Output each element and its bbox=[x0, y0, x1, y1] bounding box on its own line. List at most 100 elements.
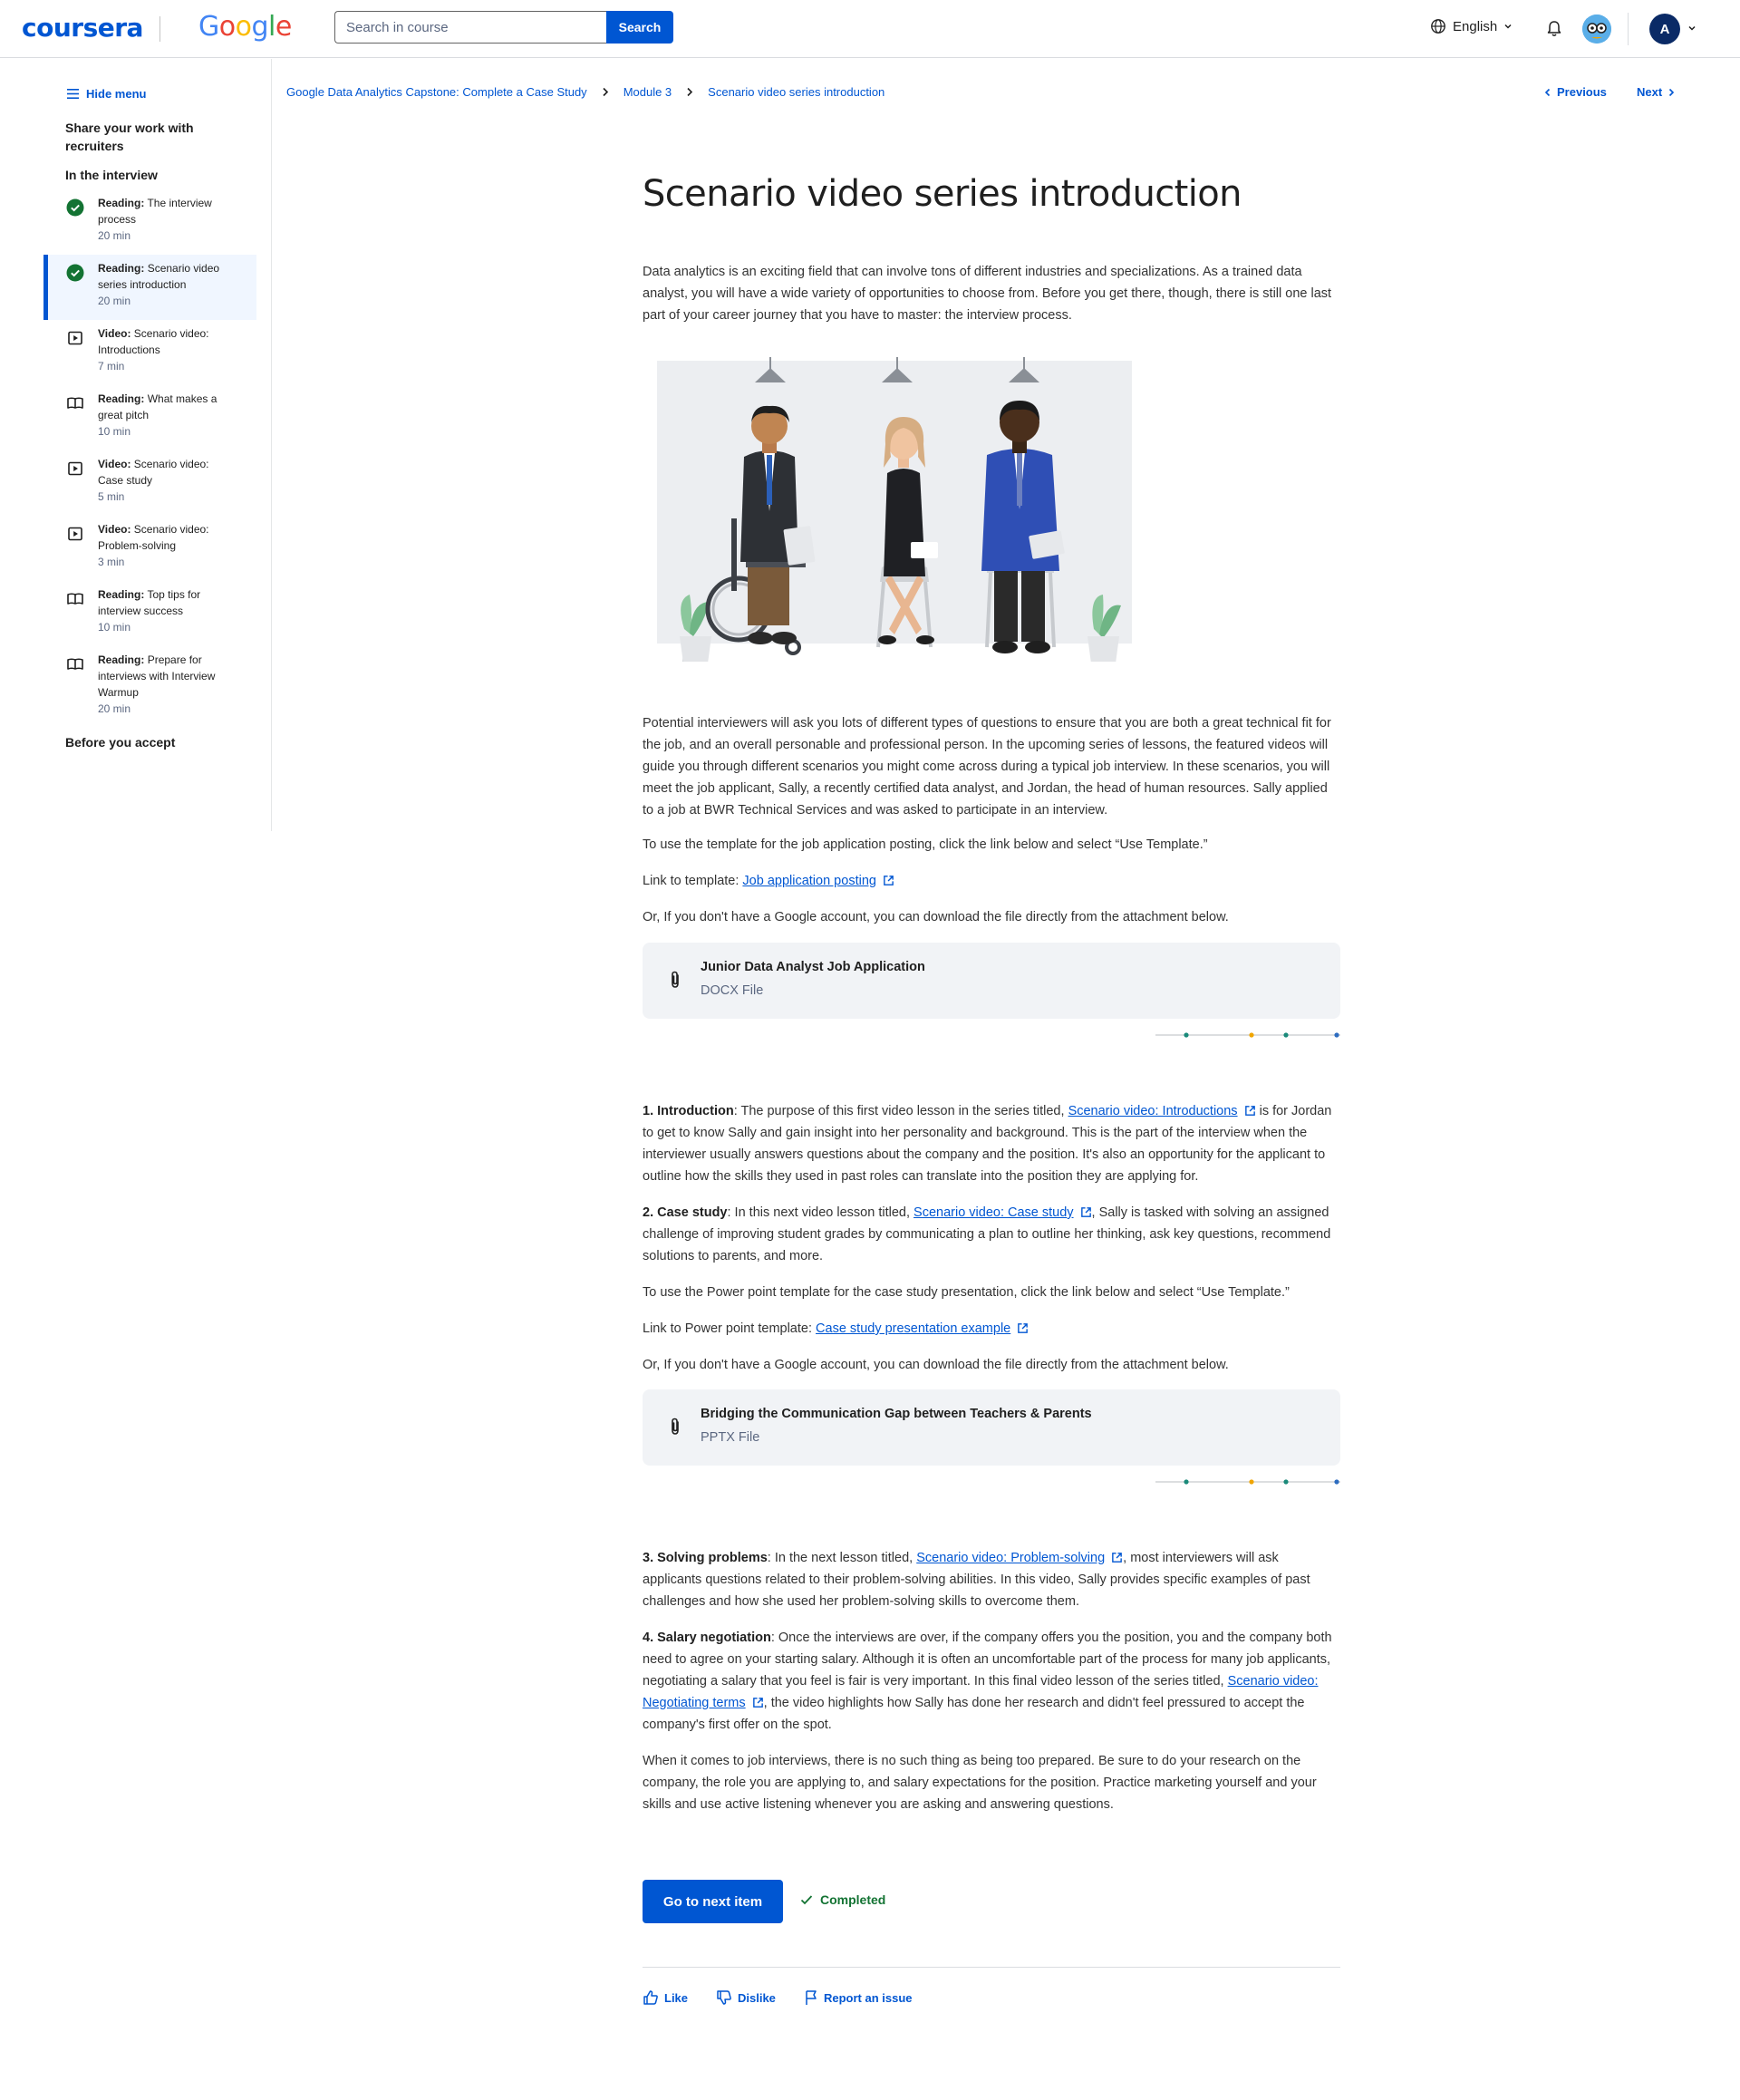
no-account-paragraph-2: Or, If you don't have a Google account, … bbox=[643, 1358, 1229, 1372]
section-solving-problems: 3. Solving problems: In the next lesson … bbox=[643, 1547, 1340, 1612]
hide-menu-button[interactable]: Hide menu bbox=[67, 87, 146, 101]
sidebar-item-text: Video: Scenario video: Case study 5 min bbox=[98, 458, 209, 503]
language-label: English bbox=[1453, 18, 1498, 34]
search-input[interactable] bbox=[334, 11, 606, 44]
paperclip-icon bbox=[672, 971, 679, 988]
template-link-label: Link to template: bbox=[643, 874, 743, 888]
sidebar-item-the-interview-process[interactable]: Reading: The interview process 20 min bbox=[44, 189, 256, 255]
play-video-icon bbox=[68, 331, 82, 345]
sidebar-item-text: Video: Scenario video: Introductions 7 mi… bbox=[98, 327, 209, 373]
no-account-paragraph: Or, If you don't have a Google account, … bbox=[643, 910, 1229, 924]
external-link-icon[interactable] bbox=[752, 1697, 764, 1708]
sidebar-item-text: Reading: Prepare for interviews with Int… bbox=[98, 653, 216, 715]
language-selector[interactable]: English bbox=[1430, 18, 1513, 34]
section-label: 4. Salary negotiation bbox=[643, 1631, 771, 1645]
thumbs-down-icon bbox=[717, 1990, 731, 2005]
sidebar-section-in-the-interview[interactable]: In the interview bbox=[65, 166, 158, 184]
external-link-icon[interactable] bbox=[883, 875, 894, 886]
attachment-bridging-communication-gap[interactable]: Bridging the Communication Gap between T… bbox=[643, 1389, 1340, 1466]
external-link-icon[interactable] bbox=[1244, 1105, 1256, 1117]
ppt-template-instructions: To use the Power point template for the … bbox=[643, 1285, 1290, 1300]
section-label: 1. Introduction bbox=[643, 1104, 734, 1118]
previous-button[interactable]: Previous bbox=[1544, 85, 1607, 99]
hamburger-menu-icon bbox=[67, 89, 79, 99]
ppt-template-link-line: Link to Power point template: Case study… bbox=[643, 1318, 1340, 1340]
checkmark-icon bbox=[800, 1895, 813, 1905]
sidebar-section-before-you-accept[interactable]: Before you accept bbox=[65, 733, 175, 751]
interviewers-paragraph: Potential interviewers will ask you lots… bbox=[643, 716, 1331, 818]
book-reading-icon bbox=[67, 397, 83, 409]
attachment-job-application[interactable]: Junior Data Analyst Job Application DOCX… bbox=[643, 943, 1340, 1019]
course-sidebar: Hide menu Share your work with recruiter… bbox=[0, 59, 272, 831]
sidebar-item-scenario-video-case-study[interactable]: Video: Scenario video: Case study 5 min bbox=[44, 450, 256, 516]
case-study-presentation-example-link[interactable]: Case study presentation example bbox=[816, 1321, 1010, 1336]
completed-label: Completed bbox=[820, 1892, 886, 1907]
interview-waiting-room-illustration bbox=[657, 357, 1132, 663]
external-link-icon[interactable] bbox=[1017, 1322, 1029, 1334]
external-link-icon[interactable] bbox=[1080, 1206, 1092, 1218]
section-introduction: 1. Introduction: The purpose of this fir… bbox=[643, 1100, 1340, 1187]
section-label: 2. Case study bbox=[643, 1205, 728, 1220]
sidebar-item-text: Reading: The interview process 20 min bbox=[98, 197, 212, 242]
scenario-video-introductions-link[interactable]: Scenario video: Introductions bbox=[1068, 1104, 1238, 1118]
ppt-link-label: Link to Power point template: bbox=[643, 1321, 817, 1336]
chevron-right-icon bbox=[602, 87, 609, 97]
sidebar-item-text: Reading: What makes a great pitch 10 min bbox=[98, 392, 218, 438]
breadcrumb-current-page[interactable]: Scenario video series introduction bbox=[708, 85, 884, 99]
sidebar-item-top-tips-for-interview-success[interactable]: Reading: Top tips for interview success 1… bbox=[44, 581, 256, 646]
chevron-down-icon[interactable] bbox=[1687, 24, 1696, 33]
breadcrumb-module[interactable]: Module 3 bbox=[624, 85, 672, 99]
previous-label: Previous bbox=[1557, 85, 1607, 99]
breadcrumb: Google Data Analytics Capstone: Complete… bbox=[286, 85, 884, 99]
scenario-video-case-study-link[interactable]: Scenario video: Case study bbox=[914, 1205, 1074, 1220]
coursera-logo[interactable]: coursera bbox=[22, 13, 143, 43]
sidebar-section-share-work[interactable]: Share your work with recruiters bbox=[65, 119, 246, 155]
section-case-study: 2. Case study: In this next video lesson… bbox=[643, 1202, 1340, 1267]
external-link-icon[interactable] bbox=[1111, 1552, 1123, 1563]
completed-status: Completed bbox=[800, 1892, 885, 1907]
sidebar-item-scenario-video-series-introduction[interactable]: Reading: Scenario video series introduct… bbox=[44, 255, 256, 320]
completed-check-icon bbox=[66, 198, 84, 217]
flag-icon bbox=[806, 1990, 817, 2005]
sidebar-item-what-makes-a-great-pitch[interactable]: Reading: What makes a great pitch 10 min bbox=[44, 385, 256, 450]
like-button[interactable]: Like bbox=[643, 1989, 688, 2006]
play-video-icon bbox=[68, 461, 82, 476]
section-salary-negotiation: 4. Salary negotiation: Once the intervie… bbox=[643, 1627, 1340, 1736]
completed-check-icon bbox=[66, 264, 84, 282]
dislike-label: Dislike bbox=[738, 1990, 776, 2005]
next-button[interactable]: Next bbox=[1637, 85, 1675, 99]
intro-paragraph: Data analytics is an exciting field that… bbox=[643, 265, 1332, 323]
scenario-video-problem-solving-link[interactable]: Scenario video: Problem-solving bbox=[916, 1551, 1105, 1565]
attachment-name: Junior Data Analyst Job Application bbox=[701, 960, 925, 974]
job-application-posting-link[interactable]: Job application posting bbox=[742, 874, 876, 888]
sidebar-item-scenario-video-problem-solving[interactable]: Video: Scenario video: Problem-solving 3 … bbox=[44, 516, 256, 581]
sidebar-item-text: Reading: Top tips for interview success 1… bbox=[98, 588, 201, 634]
coach-avatar-icon[interactable] bbox=[1582, 15, 1611, 44]
book-reading-icon bbox=[67, 658, 83, 670]
section-text: : In the next lesson titled, bbox=[767, 1551, 917, 1565]
sidebar-item-text: Video: Scenario video: Problem-solving 3 … bbox=[98, 523, 209, 568]
report-issue-button[interactable]: Report an issue bbox=[804, 1989, 913, 2006]
page-title: Scenario video series introduction bbox=[643, 173, 1242, 215]
notifications-button[interactable] bbox=[1544, 18, 1564, 40]
sidebar-item-scenario-video-introductions[interactable]: Video: Scenario video: Introductions 7 mi… bbox=[44, 320, 256, 385]
template-instructions: To use the template for the job applicat… bbox=[643, 837, 1208, 852]
search-button[interactable]: Search bbox=[606, 11, 673, 44]
user-avatar[interactable]: A bbox=[1649, 14, 1680, 44]
bell-icon bbox=[1547, 21, 1561, 36]
report-issue-label: Report an issue bbox=[824, 1990, 913, 2005]
globe-icon bbox=[1431, 19, 1445, 34]
chevron-down-icon bbox=[1504, 24, 1512, 29]
like-label: Like bbox=[664, 1990, 689, 2005]
go-to-next-item-button[interactable]: Go to next item bbox=[643, 1880, 783, 1923]
chevron-right-icon bbox=[686, 87, 693, 97]
closing-paragraph: When it comes to job interviews, there i… bbox=[643, 1754, 1317, 1812]
paperclip-icon bbox=[672, 1418, 679, 1435]
sidebar-item-prepare-for-interviews[interactable]: Reading: Prepare for interviews with Int… bbox=[44, 646, 256, 728]
section-text: : In this next video lesson titled, bbox=[727, 1205, 914, 1220]
hide-menu-label: Hide menu bbox=[86, 87, 147, 101]
chevron-right-icon bbox=[1669, 88, 1675, 96]
dislike-button[interactable]: Dislike bbox=[716, 1989, 776, 2006]
breadcrumb-course[interactable]: Google Data Analytics Capstone: Complete… bbox=[286, 85, 587, 99]
attachment-file-type: DOCX File bbox=[701, 983, 764, 998]
